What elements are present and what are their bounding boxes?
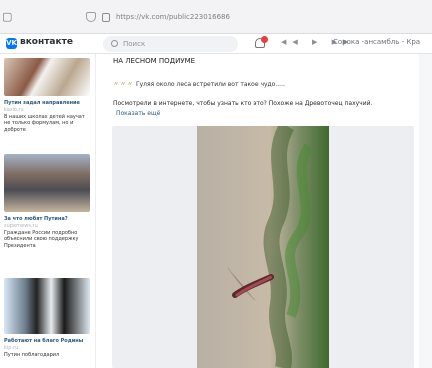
post-intro-text: Гуляя около леса встретили вот такое чуд… xyxy=(135,81,285,88)
post-content: НА ЛЕСНОМ ПОДИУМЕ 〃〃〃 Гуляя около леса в… xyxy=(96,54,419,368)
ground-photo-illustration xyxy=(197,126,329,368)
show-more-link[interactable]: Показать ещё xyxy=(116,110,160,117)
page-scrollbar[interactable] xyxy=(419,54,432,368)
news-sidebar: Путин задал направление kasio.ru В наших… xyxy=(0,54,95,368)
post-intro: 〃〃〃 Гуляя около леса встретили вот такое… xyxy=(113,79,285,88)
post-photo[interactable] xyxy=(197,126,329,368)
browser-toolbar: ▢ https://vk.com/public223016686 xyxy=(0,0,432,34)
sidebar-news-card[interactable]: За что любят Путина? supernews.ru Гражда… xyxy=(4,154,90,249)
sidebar-news-card[interactable]: Работают на благо Родины kip.ru Путин по… xyxy=(4,278,90,358)
search-input[interactable]: Поиск xyxy=(103,36,238,52)
news-title[interactable]: За что любят Путина? xyxy=(4,216,90,223)
news-source: kip.ru xyxy=(4,345,19,351)
vk-logo-icon[interactable]: VK xyxy=(6,38,17,49)
url-text[interactable]: https://vk.com/public223016686 xyxy=(116,13,230,21)
post-photo-frame[interactable] xyxy=(112,126,414,368)
address-bar[interactable]: https://vk.com/public223016686 xyxy=(86,7,432,27)
news-source: supernews.ru xyxy=(4,223,38,229)
search-icon xyxy=(111,40,118,47)
news-text: Граждане России подробно объяснили свою … xyxy=(4,230,79,249)
news-text: Путин поблагодарил xyxy=(4,352,60,358)
sidebar-news-card[interactable]: Путин задал направление kasio.ru В наших… xyxy=(4,58,90,133)
news-thumbnail[interactable] xyxy=(4,278,90,334)
vk-header: VK вконтакте Поиск ◀◀ ▶ ▶▶ Сорока -ансам… xyxy=(0,34,432,54)
brand-name[interactable]: вконтакте xyxy=(20,37,73,47)
news-text: В наших школах детей научат не только фо… xyxy=(4,114,85,133)
now-playing-title[interactable]: Сорока -ансамбль - Кра xyxy=(333,38,420,46)
news-title[interactable]: Работают на благо Родины xyxy=(4,338,90,345)
search-placeholder: Поиск xyxy=(123,40,146,48)
news-source: kasio.ru xyxy=(4,107,24,113)
tabs-icon[interactable]: ▢ xyxy=(2,10,12,23)
news-title[interactable]: Путин задал направление xyxy=(4,100,90,107)
post-text: Посмотрели в интернете, чтобы узнать кто… xyxy=(113,100,373,107)
lock-icon xyxy=(102,12,110,22)
news-thumbnail[interactable] xyxy=(4,154,90,212)
post-title: НА ЛЕСНОМ ПОДИУМЕ xyxy=(113,57,196,65)
notification-badge xyxy=(261,36,268,43)
shield-icon[interactable] xyxy=(86,12,96,22)
news-thumbnail[interactable] xyxy=(4,58,90,96)
stick-emoji-icon: 〃〃〃 xyxy=(113,81,135,88)
